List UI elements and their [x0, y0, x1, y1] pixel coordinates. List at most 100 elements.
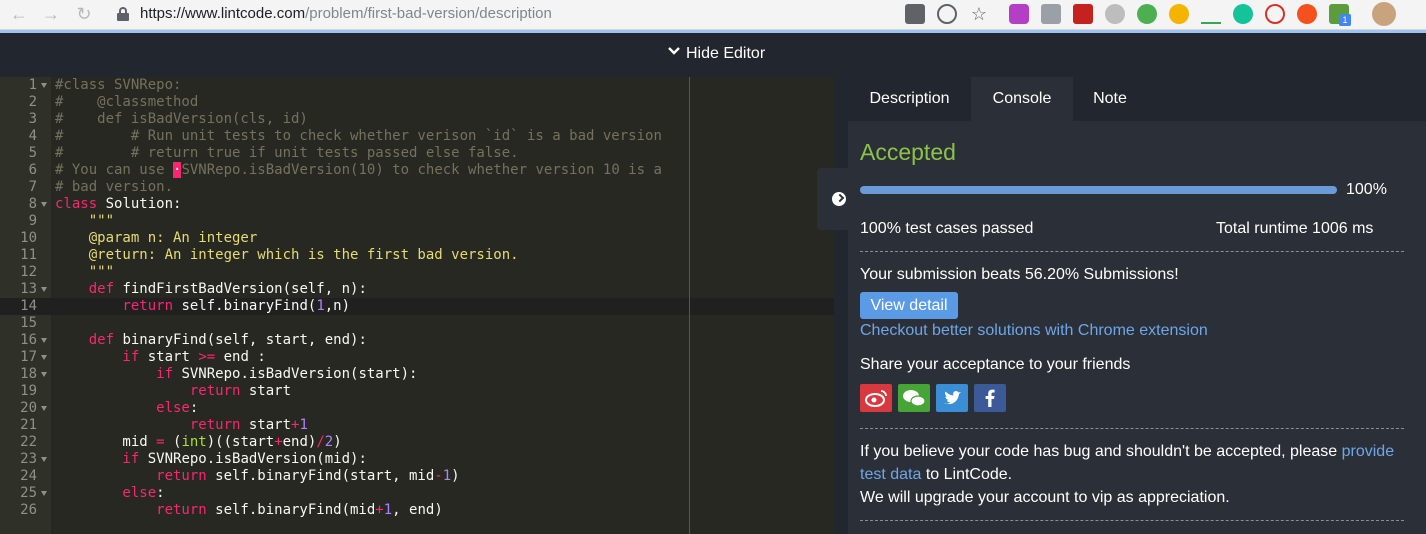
- code-line[interactable]: 5 # # return true if unit tests passed el…: [0, 145, 834, 162]
- panel-tabs: Description Console Note: [848, 77, 1426, 121]
- code-line[interactable]: 13 def findFirstBadVersion(self, n):: [0, 281, 834, 298]
- extension-e-icon[interactable]: [1009, 4, 1029, 24]
- code-line[interactable]: 25 else:: [0, 485, 834, 502]
- tab-console[interactable]: Console: [971, 77, 1073, 121]
- reload-icon[interactable]: ↻: [73, 3, 95, 25]
- share-twitter-button[interactable]: [936, 384, 968, 412]
- line-number: 19: [20, 383, 37, 399]
- line-number: 26: [20, 502, 37, 518]
- code-line[interactable]: 18 if SVNRepo.isBadVersion(start):: [0, 366, 834, 383]
- circle-extension-icon[interactable]: [1105, 4, 1125, 24]
- colorful-extension-icon[interactable]: [1169, 4, 1189, 24]
- fold-arrow-icon[interactable]: [41, 287, 47, 292]
- bug-report-text: If you believe your code has bug and sho…: [860, 442, 1394, 462]
- code-line[interactable]: 21 return start+1: [0, 417, 834, 434]
- code-line[interactable]: 11 @return: An integer which is the firs…: [0, 247, 834, 264]
- divider: [860, 428, 1404, 429]
- fold-arrow-icon[interactable]: [41, 83, 47, 88]
- code-line[interactable]: 12 """: [0, 264, 834, 281]
- chrome-extension-link[interactable]: Checkout better solutions with Chrome ex…: [860, 321, 1208, 341]
- result-panel: Description Console Note Accepted 100% 1…: [817, 77, 1426, 534]
- code-text: # def isBadVersion(cls, id): [55, 111, 308, 127]
- provide-test-data-link-cont[interactable]: test data: [860, 466, 921, 483]
- line-number: 9: [28, 213, 37, 229]
- code-line[interactable]: 10 @param n: An integer: [0, 230, 834, 247]
- code-line[interactable]: 20 else:: [0, 400, 834, 417]
- url-path: /problem/first-bad-version/description: [305, 5, 552, 22]
- code-line[interactable]: 8 class Solution:: [0, 196, 834, 213]
- code-text: if start >= end :: [55, 349, 266, 365]
- progress-label: 100%: [1346, 181, 1387, 198]
- extension-badge-count: 1: [1339, 14, 1351, 26]
- line-number: 2: [28, 94, 37, 110]
- share-facebook-button[interactable]: [974, 384, 1006, 412]
- red-extension-icon[interactable]: [1265, 4, 1285, 24]
- hide-editor-button[interactable]: Hide Editor: [668, 44, 765, 64]
- fold-arrow-icon[interactable]: [41, 406, 47, 411]
- fold-arrow-icon[interactable]: [41, 338, 47, 343]
- pdf-icon[interactable]: [1073, 4, 1093, 24]
- code-line[interactable]: 23 if SVNRepo.isBadVersion(mid):: [0, 451, 834, 468]
- divider: [860, 251, 1404, 252]
- line-number: 22: [20, 434, 37, 450]
- badge-extension-icon[interactable]: 1: [1329, 4, 1351, 26]
- console-body: Accepted 100% 100% test cases passed Tot…: [817, 121, 1426, 534]
- zoom-icon[interactable]: [937, 4, 957, 24]
- incognito-icon[interactable]: [905, 4, 925, 24]
- collapse-panel-button[interactable]: [817, 168, 862, 230]
- code-line[interactable]: 2 # @classmethod: [0, 94, 834, 111]
- grammarly-icon[interactable]: [1233, 4, 1253, 24]
- code-line[interactable]: 19 return start: [0, 383, 834, 400]
- line-number: 1: [28, 77, 37, 93]
- line-number: 21: [20, 417, 37, 433]
- chevron-right-circle-icon: [832, 192, 846, 206]
- code-text: return self.binaryFind(mid+1, end): [55, 502, 443, 518]
- code-line[interactable]: 22 mid = (int)((start+end)/2): [0, 434, 834, 451]
- fold-arrow-icon[interactable]: [41, 355, 47, 360]
- fold-arrow-icon[interactable]: [41, 457, 47, 462]
- browser-toolbar: ← → ↻ https://www.lintcode.com/problem/f…: [0, 0, 1426, 30]
- play-extension-icon[interactable]: [1297, 4, 1317, 24]
- code-text: if SVNRepo.isBadVersion(start):: [55, 366, 418, 382]
- provide-test-data-link[interactable]: provide: [1342, 443, 1394, 460]
- code-text: else:: [55, 400, 199, 416]
- green-extension-icon[interactable]: [1137, 4, 1157, 24]
- code-line[interactable]: 15: [0, 315, 834, 332]
- fold-arrow-icon[interactable]: [41, 491, 47, 496]
- code-line[interactable]: 26 return self.binaryFind(mid+1, end): [0, 502, 834, 519]
- tab-note[interactable]: Note: [1073, 77, 1147, 121]
- line-number: 23: [20, 451, 37, 467]
- code-line[interactable]: 4 # # Run unit tests to check whether ver…: [0, 128, 834, 145]
- code-line[interactable]: 17 if start >= end :: [0, 349, 834, 366]
- code-line[interactable]: 3 # def isBadVersion(cls, id): [0, 111, 834, 128]
- forward-arrow-icon[interactable]: →: [40, 3, 62, 25]
- code-line[interactable]: 24 return self.binaryFind(start, mid-1): [0, 468, 834, 485]
- code-line[interactable]: 7 # bad version.: [0, 179, 834, 196]
- fold-arrow-icon[interactable]: [41, 372, 47, 377]
- view-detail-button[interactable]: View detail: [860, 292, 958, 319]
- tab-description[interactable]: Description: [848, 77, 971, 121]
- code-text: def findFirstBadVersion(self, n):: [55, 281, 367, 297]
- shield-icon[interactable]: [1041, 4, 1061, 24]
- fold-arrow-icon[interactable]: [41, 202, 47, 207]
- code-line[interactable]: 9 """: [0, 213, 834, 230]
- check-extension-icon[interactable]: [1201, 4, 1221, 24]
- line-number: 24: [20, 468, 37, 484]
- back-arrow-icon[interactable]: ←: [8, 3, 30, 25]
- share-wechat-button[interactable]: [898, 384, 930, 412]
- code-line[interactable]: 6 # You can use ·SVNRepo.isBadVersion(10)…: [0, 162, 834, 179]
- code-line[interactable]: 1 #class SVNRepo:: [0, 77, 834, 94]
- code-line[interactable]: 14 return self.binaryFind(1,n): [0, 298, 834, 315]
- avatar[interactable]: [1372, 2, 1396, 26]
- result-status: Accepted: [860, 139, 956, 165]
- code-text: mid = (int)((start+end)/2): [55, 434, 342, 450]
- share-weibo-button[interactable]: [860, 384, 892, 412]
- bug-text-suffix: to LintCode.: [921, 466, 1013, 483]
- code-text: # # Run unit tests to check whether veri…: [55, 128, 662, 144]
- code-line[interactable]: 16 def binaryFind(self, start, end):: [0, 332, 834, 349]
- star-icon[interactable]: ☆: [968, 3, 990, 25]
- address-bar[interactable]: https://www.lintcode.com/problem/first-b…: [140, 5, 552, 23]
- code-editor[interactable]: 1 #class SVNRepo: 2 # @classmethod 3 # def is…: [0, 77, 834, 534]
- line-number: 25: [20, 485, 37, 501]
- line-number: 8: [28, 196, 37, 212]
